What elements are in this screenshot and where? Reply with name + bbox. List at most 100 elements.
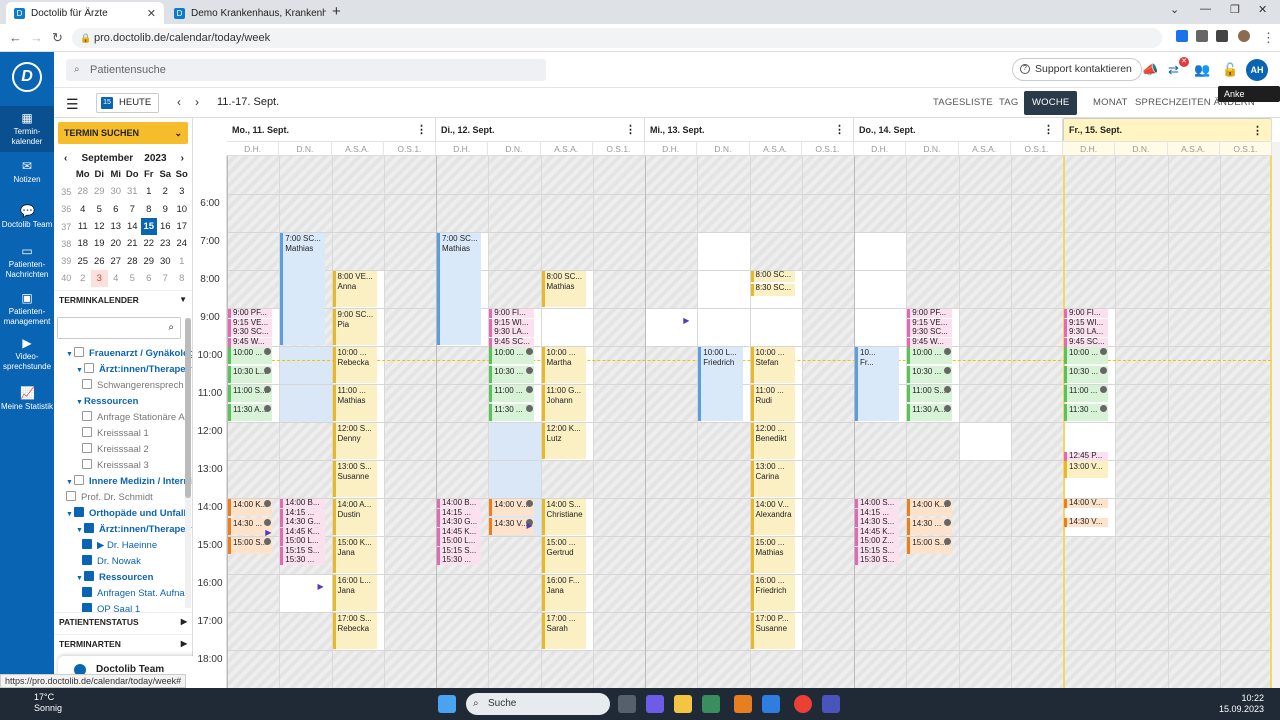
- view-tag[interactable]: TAG: [991, 88, 1026, 118]
- appointment[interactable]: 12:00 S... Denny: [332, 423, 377, 459]
- mini-calendar-day[interactable]: 30: [108, 183, 125, 200]
- checkbox[interactable]: [82, 379, 92, 389]
- section-terminkalender[interactable]: TERMINKALENDER ▼: [54, 290, 192, 308]
- lock-icon[interactable]: 🔓: [1222, 62, 1238, 78]
- appointment[interactable]: 15:00 L...: [437, 537, 482, 546]
- appointment[interactable]: 15:15 S...: [855, 546, 900, 556]
- mini-calendar-day[interactable]: 15: [140, 217, 157, 236]
- appointment[interactable]: 15:00 Z...: [855, 537, 900, 546]
- mini-calendar-day[interactable]: 22: [141, 235, 158, 252]
- appointment[interactable]: 15:00 ... Gertrud: [541, 537, 586, 573]
- appointment[interactable]: 7:00 SC... Mathias: [280, 233, 325, 345]
- appointment[interactable]: 10:30 ...: [1064, 366, 1109, 383]
- appointment[interactable]: 14:00 B...: [437, 499, 482, 508]
- appointment[interactable]: 15:30 ...: [437, 556, 482, 565]
- appointment[interactable]: 15:30 S...: [855, 556, 900, 565]
- video-icon[interactable]: ▶: [265, 528, 271, 537]
- appointment[interactable]: 12:00 ... Benedikt: [750, 423, 795, 459]
- tree-item[interactable]: ▼ Frauenarzt / Gynäkolog: [66, 346, 192, 362]
- sidebar-item-terminkalender[interactable]: ▦ Termin-kalender: [0, 106, 54, 152]
- sidebar-item-patientenmanagement[interactable]: ▣ Patienten-management: [0, 292, 54, 327]
- view-tagesliste[interactable]: TAGESLISTE: [925, 88, 1001, 118]
- appointment[interactable]: 9:00 FI...: [489, 309, 534, 318]
- calendar-scrollbar[interactable]: [1272, 142, 1280, 688]
- tree-item[interactable]: ▼ Ärzt:innen/Therapeut: [76, 362, 192, 378]
- appointment[interactable]: 9:15 VE...: [228, 318, 273, 328]
- weather-widget[interactable]: 17°C Sonnig: [34, 692, 62, 714]
- appointment[interactable]: 13:00 V...: [1064, 461, 1109, 478]
- day-header[interactable]: Do., 14. Sept. ⋮: [854, 118, 1063, 142]
- appointment[interactable]: 14:30 S...: [855, 518, 900, 527]
- sidebar-item-statistik[interactable]: 📈 Meine Statistik: [0, 387, 54, 412]
- app-icon[interactable]: [734, 695, 752, 713]
- appointment[interactable]: 9:00 FI...: [1064, 309, 1109, 318]
- appointment[interactable]: 11:30 A...: [228, 404, 273, 421]
- appointment[interactable]: 14:30 ...: [907, 518, 952, 535]
- profile-icon[interactable]: [1238, 30, 1250, 42]
- taskbar-search[interactable]: ⌕ Suche: [466, 693, 610, 715]
- calendar-filter-input[interactable]: ⌕: [57, 317, 181, 339]
- mini-calendar-day[interactable]: 2: [157, 183, 174, 200]
- appointment[interactable]: 16:00 L... Jana: [332, 575, 377, 611]
- appointment[interactable]: 9:30 LA...: [1064, 328, 1109, 337]
- mini-calendar-day[interactable]: 30: [157, 252, 174, 269]
- mini-calendar-day[interactable]: 11: [75, 218, 92, 235]
- appointment[interactable]: 14:45 K...: [437, 527, 482, 537]
- teams-chat-icon[interactable]: [646, 695, 664, 713]
- appointment[interactable]: 15:15 S...: [280, 546, 325, 556]
- user-avatar[interactable]: AH: [1246, 59, 1268, 81]
- mini-calendar-day[interactable]: 27: [108, 252, 125, 269]
- mini-calendar-day[interactable]: 9: [157, 201, 174, 218]
- new-tab-button[interactable]: +: [332, 3, 341, 20]
- checkbox[interactable]: [74, 507, 84, 517]
- checkbox[interactable]: [66, 491, 76, 501]
- video-icon[interactable]: ▶: [683, 316, 689, 325]
- mini-calendar-day[interactable]: 1: [141, 183, 158, 200]
- appointment[interactable]: 9:45 W...: [228, 337, 273, 347]
- appointment[interactable]: 11:00 S...: [907, 385, 952, 402]
- day-header[interactable]: Mi., 13. Sept. ⋮: [645, 118, 854, 142]
- forward-icon[interactable]: →: [30, 30, 43, 45]
- checkbox[interactable]: [82, 411, 92, 421]
- mini-calendar-day[interactable]: 14: [124, 218, 141, 235]
- appointment[interactable]: 9:15 WI...: [489, 318, 534, 328]
- appointment[interactable]: 9:45 SC...: [1064, 337, 1109, 347]
- mini-calendar-day[interactable]: 7: [124, 201, 141, 218]
- appointment[interactable]: 15:00 K... Jana: [332, 537, 377, 573]
- appointment[interactable]: 11:00 ...: [489, 385, 534, 402]
- sidebar-item-notizen[interactable]: ✉ Notizen: [0, 160, 54, 185]
- appointment[interactable]: 15:00 ... Mathias: [750, 537, 795, 573]
- mini-calendar-day[interactable]: 28: [124, 252, 141, 269]
- appointment[interactable]: 10:30 ...: [907, 366, 952, 383]
- mini-calendar-day[interactable]: 4: [108, 270, 125, 287]
- menu-dots-icon[interactable]: ⋮: [1252, 119, 1263, 143]
- tree-item[interactable]: ▼ Innere Medizin / Interni: [66, 474, 192, 490]
- back-icon[interactable]: ←: [9, 30, 22, 45]
- chevron-down-icon[interactable]: ▼: [66, 347, 74, 362]
- appointment[interactable]: 14:00 S...: [855, 499, 900, 508]
- mini-calendar-day[interactable]: 5: [124, 270, 141, 287]
- appointment[interactable]: 14:45 K...: [855, 527, 900, 537]
- checkbox[interactable]: [82, 427, 92, 437]
- chrome-icon[interactable]: [794, 695, 812, 713]
- prev-month-button[interactable]: ‹: [64, 152, 67, 166]
- appointment[interactable]: 11:00 ... Mathias: [332, 385, 377, 421]
- browser-tab-doctolib[interactable]: D Doctolib für Ärzte ✕: [6, 2, 164, 24]
- explorer-icon[interactable]: [674, 695, 692, 713]
- appointment[interactable]: 14:00 K...: [228, 499, 273, 516]
- tree-item[interactable]: ▼ Ärzt:innen/Therapeut: [76, 522, 192, 538]
- tree-item[interactable]: ▼ Ressourcen: [76, 570, 153, 586]
- next-week-button[interactable]: ›: [189, 94, 205, 112]
- mini-calendar-day[interactable]: 12: [91, 218, 108, 235]
- hamburger-menu-icon[interactable]: ☰: [66, 96, 79, 113]
- appointment[interactable]: 14:00 K...: [907, 499, 952, 516]
- today-button[interactable]: 15 HEUTE: [96, 93, 160, 113]
- checkbox[interactable]: [74, 347, 84, 357]
- mini-calendar-day[interactable]: 10: [174, 201, 191, 218]
- chevron-down-icon[interactable]: ▼: [66, 507, 74, 522]
- tree-item[interactable]: Kreisssaal 3: [82, 458, 149, 474]
- checkbox[interactable]: [82, 443, 92, 453]
- section-terminarten[interactable]: TERMINARTEN ▶: [54, 634, 192, 652]
- mini-calendar-day[interactable]: 5: [91, 201, 108, 218]
- mini-calendar-day[interactable]: 8: [174, 270, 191, 287]
